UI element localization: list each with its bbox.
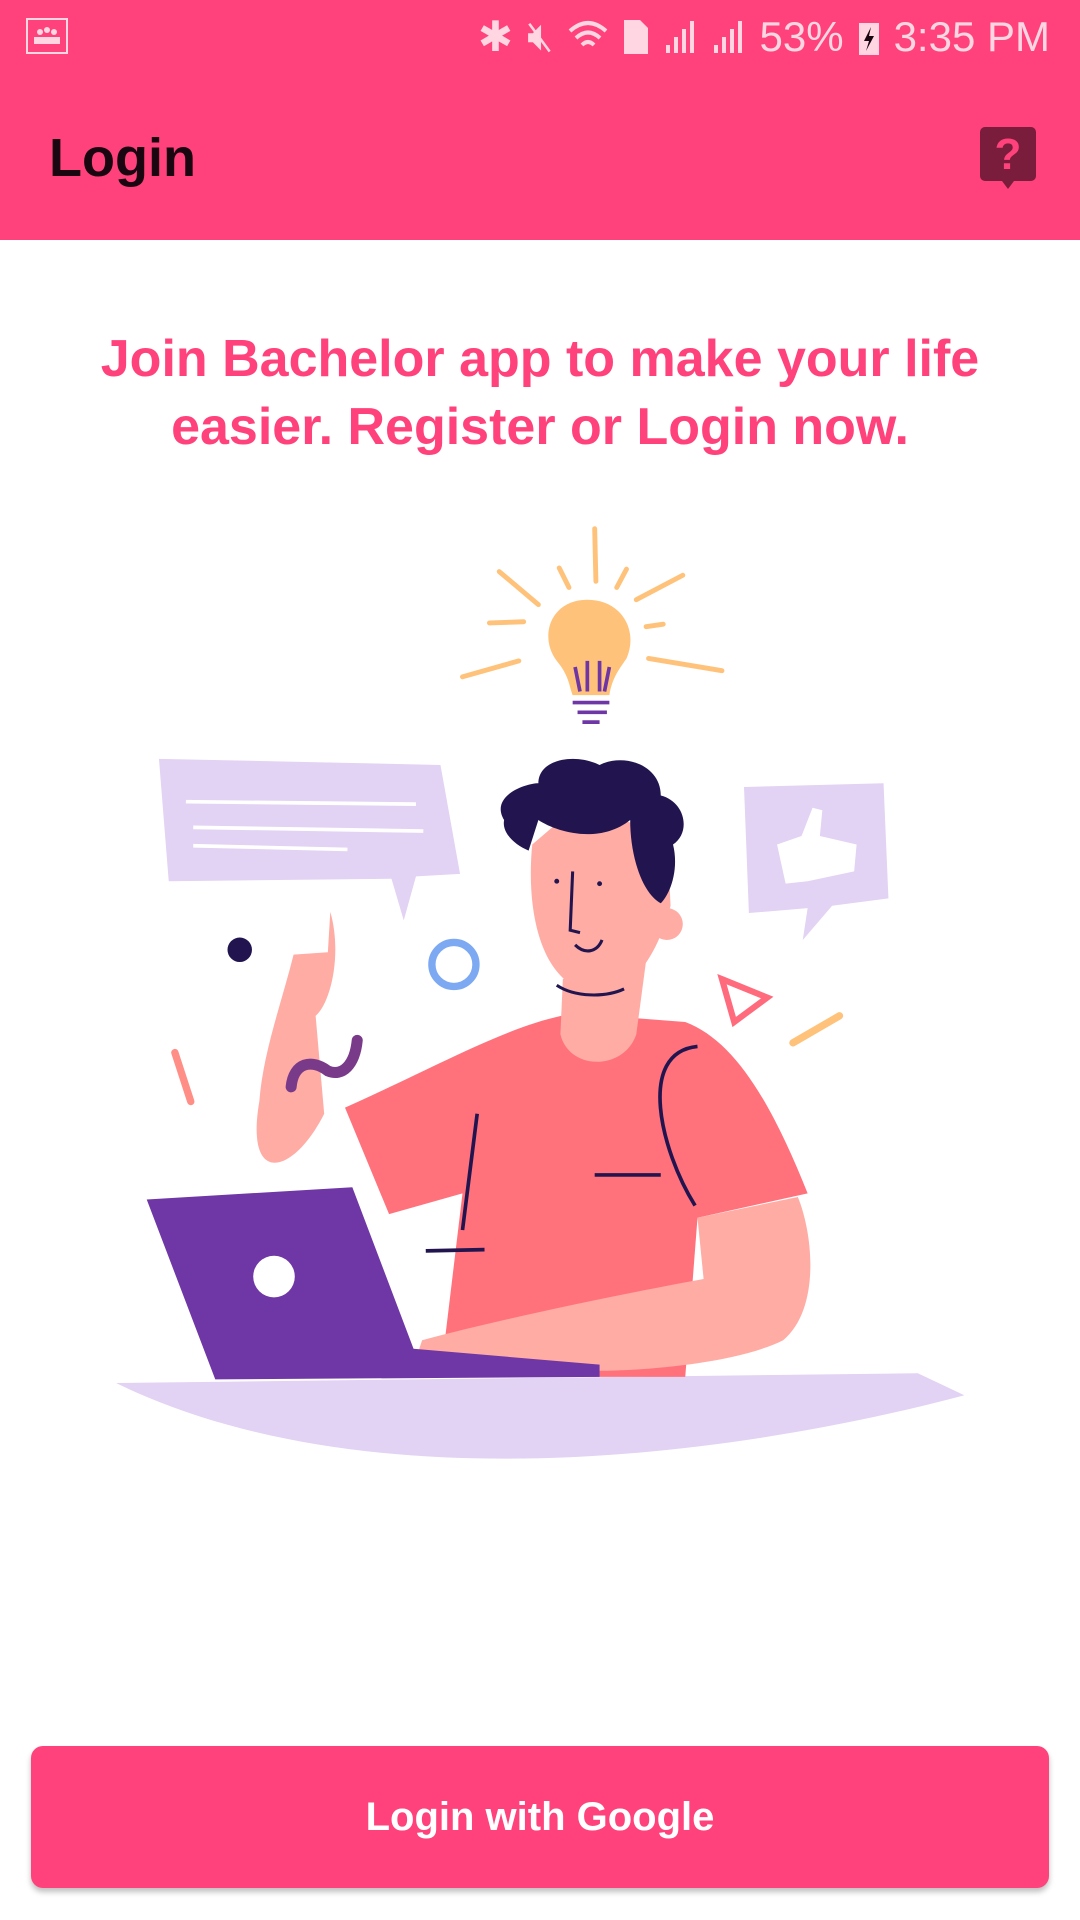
app-bar: Login ?	[0, 75, 1080, 240]
page-title: Login	[49, 128, 196, 188]
battery-charging-icon	[858, 22, 879, 55]
clock: 3:35 PM	[893, 12, 1050, 60]
signal-icon	[665, 20, 694, 53]
login-with-google-button[interactable]: Login with Google	[31, 1746, 1049, 1888]
bluetooth-icon: ✱	[477, 13, 514, 60]
mute-icon: 🔇︎	[527, 12, 554, 59]
status-bar: ✱ 🔇︎ 53% 3:35 PM	[0, 0, 1080, 75]
notification-icon	[26, 18, 68, 54]
svg-text:?: ?	[995, 130, 1022, 179]
battery-level: 53%	[759, 12, 844, 60]
illustration	[116, 526, 965, 1459]
wifi-icon	[568, 20, 607, 46]
headline: Join Bachelor app to make your life easi…	[100, 330, 980, 456]
help-icon[interactable]: ?	[980, 127, 1036, 189]
signal-icon	[713, 20, 742, 53]
sim-icon	[623, 19, 648, 54]
